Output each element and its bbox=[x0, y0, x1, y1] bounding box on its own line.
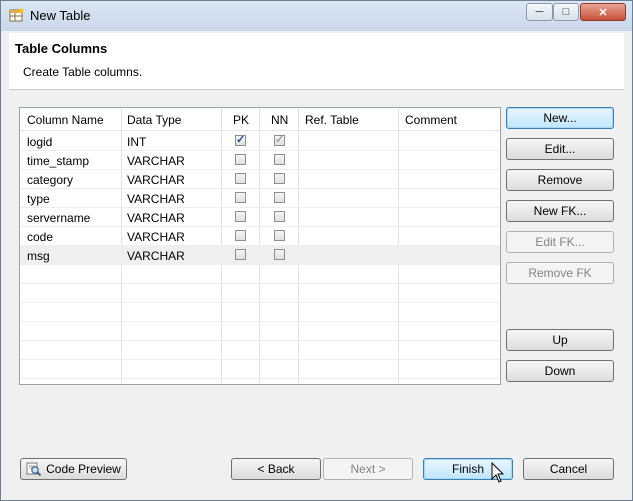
header-data-type[interactable]: Data Type bbox=[127, 113, 181, 127]
close-icon: ✕ bbox=[598, 6, 608, 19]
table-row[interactable]: logid INT bbox=[20, 132, 500, 151]
empty-row bbox=[20, 265, 500, 284]
move-up-button[interactable]: Up bbox=[506, 329, 614, 351]
empty-row bbox=[20, 284, 500, 303]
header-column-name[interactable]: Column Name bbox=[27, 113, 104, 127]
table-row-selected[interactable]: msg VARCHAR bbox=[20, 246, 500, 265]
mouse-pointer-icon bbox=[491, 462, 505, 483]
wizard-header: Table Columns Create Table columns. bbox=[9, 33, 624, 90]
nn-checkbox[interactable] bbox=[274, 249, 285, 260]
header-pk[interactable]: PK bbox=[233, 113, 249, 127]
cell-column-name: servername bbox=[27, 211, 91, 225]
pk-checkbox[interactable] bbox=[235, 173, 246, 184]
nn-checkbox[interactable] bbox=[274, 173, 285, 184]
page-title: Table Columns bbox=[15, 41, 108, 56]
header-comment[interactable]: Comment bbox=[405, 113, 457, 127]
table-row[interactable]: type VARCHAR bbox=[20, 189, 500, 208]
code-preview-button[interactable]: Code Preview bbox=[20, 458, 127, 480]
table-row[interactable]: servername VARCHAR bbox=[20, 208, 500, 227]
remove-column-button[interactable]: Remove bbox=[506, 169, 614, 191]
title-bar[interactable]: New Table ─ □ ✕ bbox=[1, 1, 632, 31]
edit-column-button[interactable]: Edit... bbox=[506, 138, 614, 160]
nn-checkbox[interactable] bbox=[274, 211, 285, 222]
minimize-icon: ─ bbox=[535, 6, 544, 18]
next-button[interactable]: Next > bbox=[323, 458, 413, 480]
columns-table[interactable]: Column Name Data Type PK NN Ref. Table C… bbox=[19, 107, 501, 385]
empty-row bbox=[20, 360, 500, 379]
cell-data-type[interactable]: VARCHAR bbox=[127, 192, 185, 206]
new-table-dialog: New Table ─ □ ✕ Table Columns Create Tab… bbox=[0, 0, 633, 501]
page-subtitle: Create Table columns. bbox=[23, 65, 143, 79]
pk-checkbox[interactable] bbox=[235, 133, 246, 146]
cell-column-name: type bbox=[27, 192, 50, 206]
empty-row bbox=[20, 303, 500, 322]
table-row[interactable]: category VARCHAR bbox=[20, 170, 500, 189]
pk-checkbox[interactable] bbox=[235, 192, 246, 203]
cell-column-name: code bbox=[27, 230, 54, 244]
cell-column-name: category bbox=[27, 173, 74, 187]
table-header: Column Name Data Type PK NN Ref. Table C… bbox=[20, 108, 500, 131]
magnifier-icon bbox=[26, 462, 42, 476]
pk-checkbox[interactable] bbox=[235, 230, 246, 241]
cancel-button[interactable]: Cancel bbox=[523, 458, 614, 480]
cell-column-name: msg bbox=[27, 249, 50, 263]
table-icon bbox=[9, 8, 24, 22]
new-fk-button[interactable]: New FK... bbox=[506, 200, 614, 222]
close-button[interactable]: ✕ bbox=[580, 3, 626, 21]
cell-column-name: logid bbox=[27, 135, 53, 149]
pk-checkbox[interactable] bbox=[235, 211, 246, 222]
cell-column-name: time_stamp bbox=[27, 154, 90, 168]
minimize-button[interactable]: ─ bbox=[526, 3, 553, 21]
nn-checkbox[interactable] bbox=[274, 192, 285, 203]
empty-row bbox=[20, 322, 500, 341]
cell-data-type[interactable]: VARCHAR bbox=[127, 173, 185, 187]
header-nn[interactable]: NN bbox=[271, 113, 288, 127]
table-row[interactable]: code VARCHAR bbox=[20, 227, 500, 246]
edit-fk-button[interactable]: Edit FK... bbox=[506, 231, 614, 253]
window-title: New Table bbox=[30, 8, 91, 23]
back-button[interactable]: < Back bbox=[231, 458, 321, 480]
table-row[interactable]: time_stamp VARCHAR bbox=[20, 151, 500, 170]
new-column-button[interactable]: New... bbox=[506, 107, 614, 129]
pk-checkbox[interactable] bbox=[235, 154, 246, 165]
code-preview-label: Code Preview bbox=[46, 462, 121, 476]
cell-data-type[interactable]: INT bbox=[127, 135, 146, 149]
nn-checkbox[interactable] bbox=[274, 154, 285, 165]
pk-checkbox[interactable] bbox=[235, 249, 246, 260]
cell-data-type[interactable]: VARCHAR bbox=[127, 154, 185, 168]
nn-checkbox[interactable] bbox=[274, 133, 285, 146]
cell-data-type[interactable]: VARCHAR bbox=[127, 249, 185, 263]
maximize-button[interactable]: □ bbox=[553, 3, 579, 21]
cell-data-type[interactable]: VARCHAR bbox=[127, 211, 185, 225]
move-down-button[interactable]: Down bbox=[506, 360, 614, 382]
cell-data-type[interactable]: VARCHAR bbox=[127, 230, 185, 244]
header-ref-table[interactable]: Ref. Table bbox=[305, 113, 359, 127]
empty-row bbox=[20, 341, 500, 360]
nn-checkbox[interactable] bbox=[274, 230, 285, 241]
maximize-icon: □ bbox=[562, 6, 570, 18]
remove-fk-button[interactable]: Remove FK bbox=[506, 262, 614, 284]
